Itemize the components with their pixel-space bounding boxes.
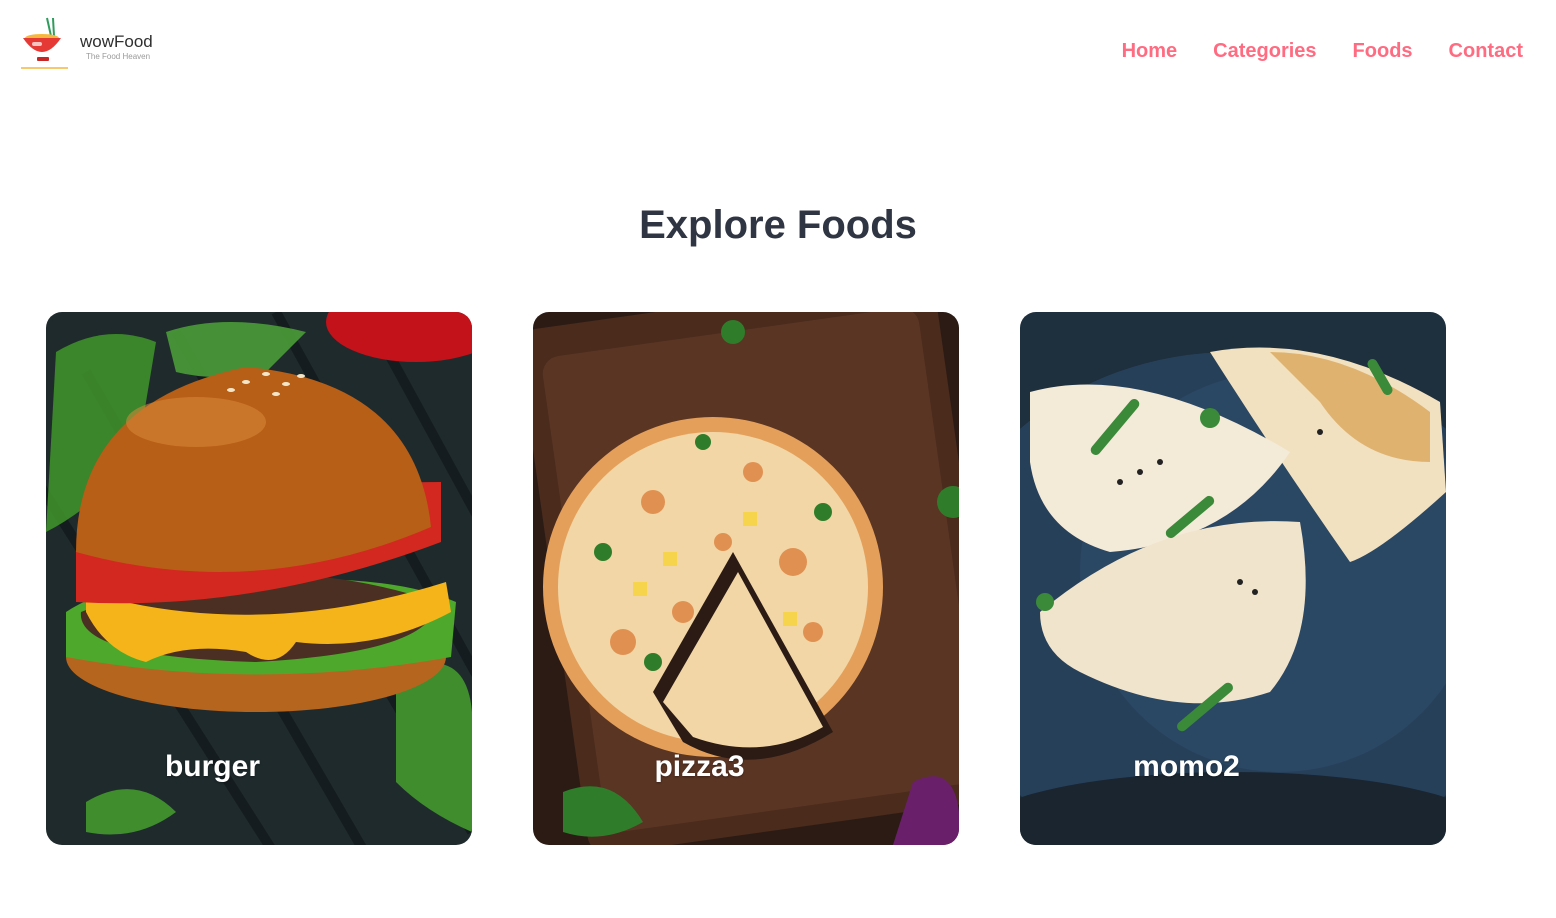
category-card-pizza3[interactable]: pizza3 (533, 312, 959, 845)
nav-categories-link[interactable]: Categories (1213, 40, 1316, 62)
navbar: wowFood The Food Heaven Home Categories … (0, 0, 1556, 110)
brand-tagline: The Food Heaven (86, 52, 151, 61)
logo[interactable]: wowFood The Food Heaven (18, 14, 178, 76)
category-label: pizza3 (654, 750, 745, 783)
category-label: burger (164, 750, 260, 783)
category-card-burger[interactable]: burger (46, 312, 472, 845)
nav-foods-link[interactable]: Foods (1353, 40, 1413, 62)
nav-contact-link[interactable]: Contact (1449, 40, 1523, 62)
category-card-momo2[interactable]: momo2 (1020, 312, 1446, 845)
brand-name: wowFood (80, 32, 153, 51)
category-label: momo2 (1133, 750, 1240, 783)
nav-home-link[interactable]: Home (1122, 40, 1178, 62)
main-menu: Home Categories Foods Contact (1122, 40, 1556, 70)
bowl-icon (21, 17, 68, 69)
page-title: Explore Foods (639, 203, 917, 247)
